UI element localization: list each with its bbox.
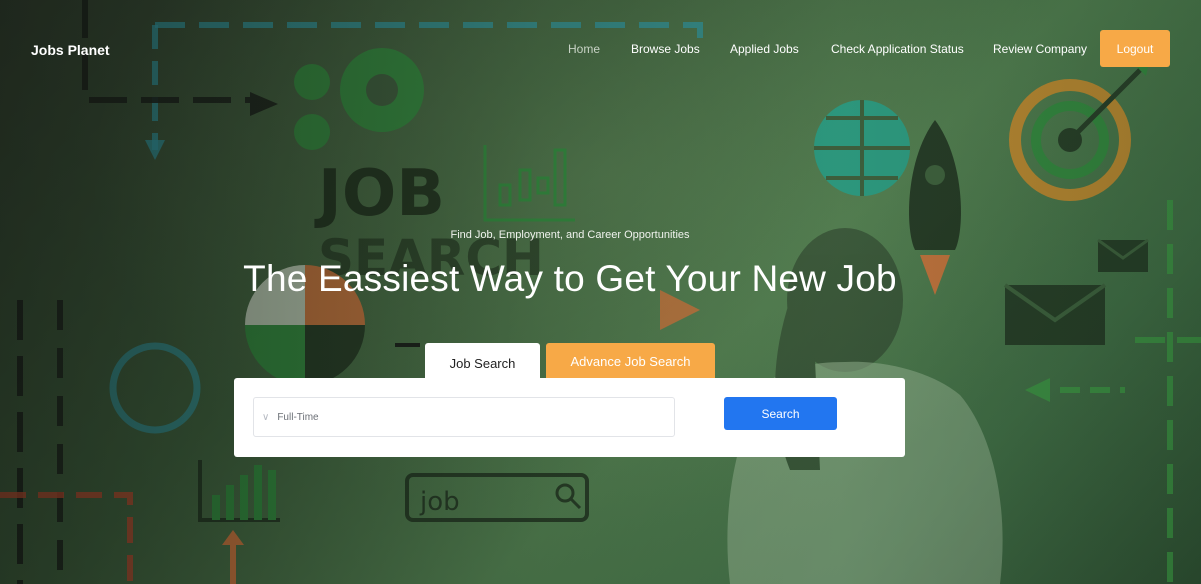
chevron-down-icon: ∨ (262, 411, 270, 423)
nav-check-application-status-link[interactable]: Check Application Status (831, 42, 964, 56)
nav-browse-jobs-link[interactable]: Browse Jobs (631, 42, 700, 56)
search-button[interactable]: Search (724, 397, 837, 430)
hero-tagline: Find Job, Employment, and Career Opportu… (450, 229, 690, 241)
nav-home-link[interactable]: Home (568, 42, 600, 56)
job-type-select[interactable]: ∨ Full-Time (253, 397, 675, 437)
top-navigation: Home Browse Jobs Applied Jobs Check Appl… (0, 42, 1201, 62)
search-panel: ∨ Full-Time Search (234, 378, 905, 457)
logout-button[interactable]: Logout (1100, 30, 1170, 67)
job-type-selected-value: Full-Time (277, 411, 319, 423)
hero-headline: The Eassiest Way to Get Your New Job (243, 258, 897, 299)
nav-applied-jobs-link[interactable]: Applied Jobs (730, 42, 799, 56)
tab-job-search[interactable]: Job Search (425, 343, 540, 383)
tab-advance-job-search[interactable]: Advance Job Search (546, 343, 715, 380)
nav-review-company-link[interactable]: Review Company (993, 42, 1087, 56)
